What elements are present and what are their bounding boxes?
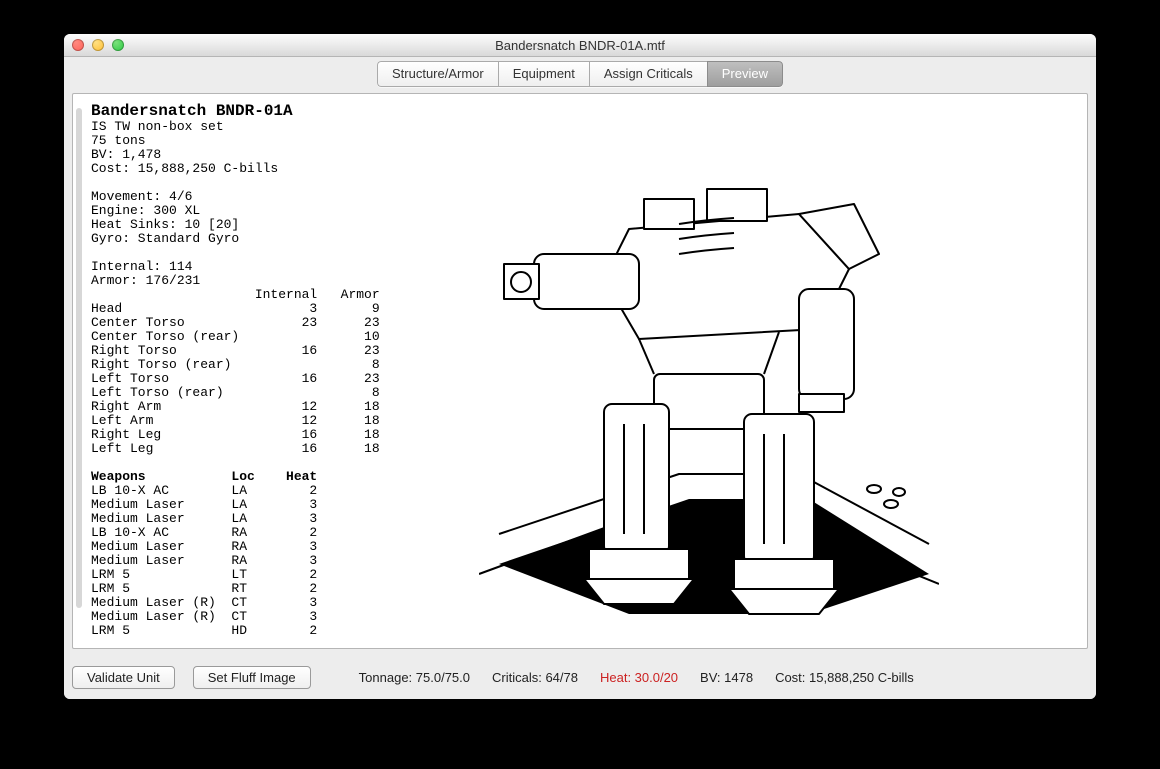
stat-sheet: Bandersnatch BNDR-01A IS TW non-box set …: [73, 94, 469, 648]
mech-illustration: [469, 94, 1087, 648]
tab-preview[interactable]: Preview: [707, 61, 783, 87]
set-fluff-image-button[interactable]: Set Fluff Image: [193, 666, 311, 689]
status-heat: Heat: 30.0/20: [600, 670, 678, 685]
zoom-icon[interactable]: [112, 39, 124, 51]
minimize-icon[interactable]: [92, 39, 104, 51]
titlebar: Bandersnatch BNDR-01A.mtf: [64, 34, 1096, 57]
tab-strip: Structure/ArmorEquipmentAssign Criticals…: [64, 57, 1096, 93]
tab-structure-armor[interactable]: Structure/Armor: [377, 61, 498, 87]
status-cost: Cost: 15,888,250 C-bills: [775, 670, 914, 685]
window-title: Bandersnatch BNDR-01A.mtf: [64, 38, 1096, 53]
tab-equipment[interactable]: Equipment: [498, 61, 589, 87]
status-criticals: Criticals: 64/78: [492, 670, 578, 685]
traffic-lights: [64, 39, 124, 51]
app-window: Bandersnatch BNDR-01A.mtf Structure/Armo…: [64, 34, 1096, 699]
tab-assign-criticals[interactable]: Assign Criticals: [589, 61, 707, 87]
scrollbar[interactable]: [76, 108, 82, 608]
preview-pane: Bandersnatch BNDR-01A IS TW non-box set …: [72, 93, 1088, 649]
close-icon[interactable]: [72, 39, 84, 51]
status-bar: Validate Unit Set Fluff Image Tonnage: 7…: [64, 655, 1096, 699]
validate-button[interactable]: Validate Unit: [72, 666, 175, 689]
status-tonnage: Tonnage: 75.0/75.0: [359, 670, 470, 685]
status-bv: BV: 1478: [700, 670, 753, 685]
